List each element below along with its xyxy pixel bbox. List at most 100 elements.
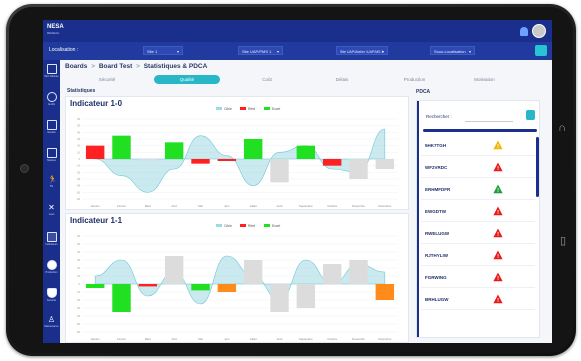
tab-securite[interactable]: Sécurité <box>87 75 127 84</box>
x-tick-label: Juillet <box>250 337 257 341</box>
bar[interactable] <box>191 159 210 164</box>
bar[interactable] <box>296 284 316 308</box>
bar[interactable] <box>85 284 105 288</box>
sidebar-item-maintenance[interactable]: ♙ Maintenance <box>43 315 60 329</box>
x-tick-label: Mai <box>198 204 203 208</box>
user-avatar[interactable] <box>532 24 546 38</box>
sidebar-item-lean[interactable]: ✕ Lean <box>43 204 60 217</box>
trend-area <box>95 128 386 193</box>
bar[interactable] <box>322 159 342 166</box>
bar[interactable] <box>349 260 368 284</box>
x-tick-label: Juin <box>224 337 230 341</box>
apply-filter-button[interactable] <box>535 45 547 56</box>
tab-motivation[interactable]: Motivation <box>462 75 507 84</box>
back-hardware-button[interactable]: ∩ <box>558 122 566 134</box>
y-tick-label: 10 <box>77 151 80 154</box>
legend-swatch <box>216 224 222 227</box>
sidebar-item-indicateurs[interactable]: Indicateurs <box>43 232 60 246</box>
chart-svg: Cible Réel Ecart -60 -50 -40 -30 -20 -10 0 10 20 30 4… <box>76 107 398 208</box>
bar[interactable] <box>217 284 237 292</box>
bar[interactable] <box>112 135 131 159</box>
pdca-row[interactable]: RJTHYLIW! <box>421 247 535 266</box>
atelier-select[interactable]: Site UAP/Atelier /UAP/MS 1 ▾ <box>336 46 388 55</box>
tab-production[interactable]: Production <box>392 75 437 84</box>
app-logo[interactable]: NESA RESEAU <box>47 24 64 36</box>
x-tick-label: Septembre <box>299 204 313 208</box>
legend-swatch <box>240 107 246 110</box>
bar[interactable] <box>349 159 368 179</box>
legend-swatch <box>216 107 222 110</box>
site-select[interactable]: Site 1 ▾ <box>143 46 183 55</box>
sidebar-item-production[interactable]: Production <box>43 260 60 274</box>
chart-panel-1: Indicateur 1-0 Cible Réel Ecart -60 -50 -40 -3… <box>65 96 409 210</box>
sidebar-item-label: Mon Tableau <box>44 75 59 78</box>
pdca-row[interactable]: RWELUGW! <box>421 225 535 244</box>
uap-select[interactable]: Site UAP/PMS 1 ▾ <box>238 46 283 55</box>
bar[interactable] <box>375 159 395 169</box>
sidebar-item-securite[interactable]: Sécurité <box>43 288 60 302</box>
person-icon: ♙ <box>47 315 56 324</box>
chevron-down-icon: ▾ <box>381 49 384 54</box>
bar[interactable] <box>375 284 395 300</box>
pdca-code: RJTHYLIW <box>425 253 448 258</box>
tab-cout[interactable]: Coût <box>247 75 287 84</box>
pdca-row[interactable]: 5HK7TGH! <box>421 137 535 156</box>
bar[interactable] <box>85 145 105 159</box>
sidebar-item-label: Sécurité <box>46 299 57 302</box>
scrollbar[interactable] <box>536 137 539 197</box>
legend-swatch <box>264 107 270 110</box>
bar[interactable] <box>217 159 237 161</box>
warning-icon: ! <box>493 272 503 282</box>
sidebar-item-gestion[interactable]: Gestion <box>43 120 60 134</box>
bar[interactable] <box>296 145 316 159</box>
search-input[interactable] <box>465 112 513 122</box>
bar[interactable] <box>322 264 342 284</box>
y-tick-label: 30 <box>77 138 80 141</box>
pdca-row[interactable]: EWGDTW! <box>421 203 535 222</box>
pdca-row[interactable]: FGRWING! <box>421 269 535 288</box>
search-button[interactable] <box>526 110 535 120</box>
y-tick-label: -60 <box>76 331 80 334</box>
notification-bell-icon[interactable] <box>520 26 528 36</box>
walking-person-icon: 🏃 <box>47 175 58 184</box>
x-tick-label: Février <box>117 337 126 341</box>
bar[interactable] <box>243 260 263 284</box>
bar[interactable] <box>138 284 158 287</box>
grid-icon <box>46 232 57 242</box>
y-tick-label: 60 <box>77 118 80 121</box>
pdca-row[interactable]: ERHMFDFR! <box>421 181 535 200</box>
breadcrumb-board-test[interactable]: Board Test <box>99 63 132 70</box>
sidebar-item-dashboard[interactable]: Mon Tableau <box>43 64 60 78</box>
y-tick-label: 0 <box>79 158 81 161</box>
pdca-row[interactable]: BRHLUGW! <box>421 291 535 310</box>
pdca-row[interactable]: WF2VRDC! <box>421 159 535 178</box>
x-tick-label: Avril <box>171 204 177 208</box>
sidebar-item-label: 5S <box>49 185 54 188</box>
bar[interactable] <box>191 284 210 291</box>
x-tick-label: Octobre <box>327 204 337 208</box>
y-tick-label: 30 <box>77 259 80 262</box>
x-tick-label: Novembre <box>352 337 365 341</box>
bar[interactable] <box>164 256 184 284</box>
sidebar-item-stations[interactable]: Stations <box>43 148 60 162</box>
chevron-down-icon: ▾ <box>468 49 471 54</box>
bar[interactable] <box>164 142 184 159</box>
pdca-code: BRHLUGW <box>425 297 449 302</box>
warning-icon: ! <box>493 294 503 304</box>
tab-qualite[interactable]: Qualité <box>154 75 220 84</box>
bar[interactable] <box>270 284 289 312</box>
sidebar-item-5s[interactable]: 🏃 5S <box>43 175 60 189</box>
y-tick-label: -60 <box>76 198 80 201</box>
sublocation-select[interactable]: Sous-Localisation ▾ <box>430 46 475 55</box>
bar[interactable] <box>138 159 158 161</box>
chevron-down-icon: ▾ <box>176 49 179 54</box>
overview-hardware-button[interactable]: ▯ <box>560 234 566 247</box>
y-tick-label: 10 <box>77 275 80 278</box>
bar[interactable] <box>243 139 263 159</box>
sidebar-item-audits[interactable]: Audits <box>43 92 60 106</box>
bar[interactable] <box>112 284 131 312</box>
bar[interactable] <box>270 159 289 183</box>
site-select-value: Site 1 <box>147 49 158 54</box>
breadcrumb-boards[interactable]: Boards <box>65 63 87 70</box>
tab-delais[interactable]: Délais <box>322 75 362 84</box>
